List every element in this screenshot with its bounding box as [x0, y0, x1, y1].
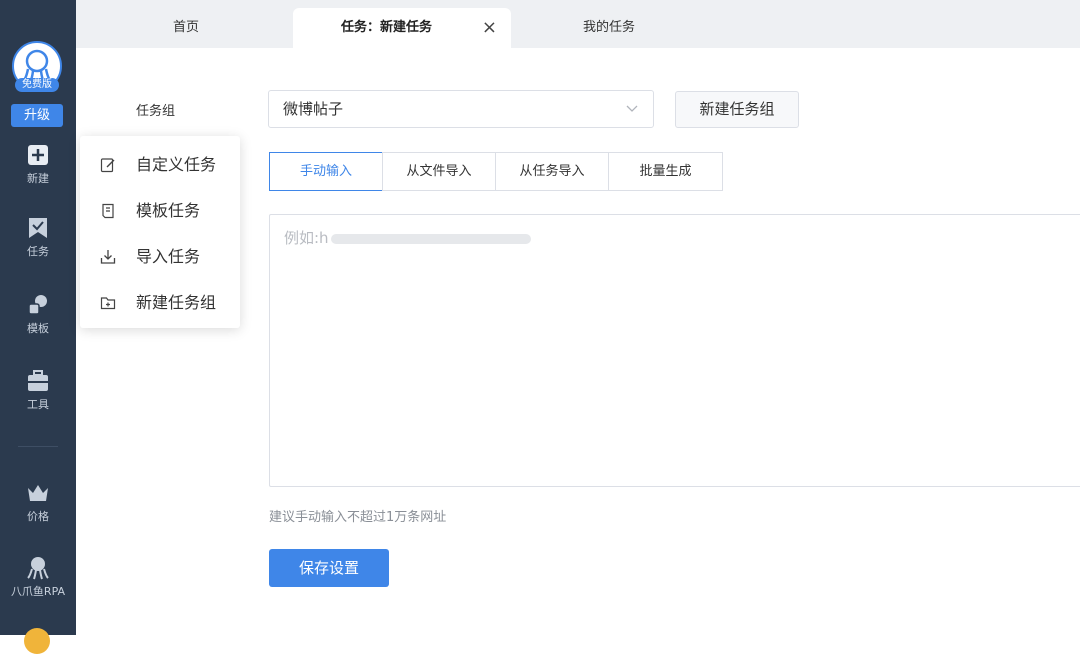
- segment-manual-input[interactable]: 手动输入: [269, 152, 383, 191]
- upgrade-button[interactable]: 升级: [11, 104, 63, 127]
- tab-new-task[interactable]: 任务：新建任务 ×: [293, 8, 511, 48]
- task-group-label: 任务组: [136, 104, 176, 119]
- placeholder-text: 例如:h: [284, 229, 329, 247]
- sidebar-item-tools[interactable]: 工具: [0, 369, 76, 412]
- menu-item-new-group[interactable]: 新建任务组: [80, 280, 240, 326]
- menu-item-custom-task[interactable]: 自定义任务: [80, 142, 240, 188]
- document-icon: [102, 203, 114, 219]
- tab-home[interactable]: 首页: [116, 8, 256, 48]
- new-task-group-button[interactable]: 新建任务组: [675, 91, 799, 128]
- save-settings-button[interactable]: 保存设置: [269, 549, 389, 587]
- menu-item-label: 模板任务: [136, 201, 201, 220]
- menu-item-label: 新建任务组: [136, 293, 217, 312]
- chevron-down-icon: [625, 91, 639, 141]
- menu-item-import-task[interactable]: 导入任务: [80, 234, 240, 280]
- sidebar-item-label: 模板: [27, 322, 49, 335]
- sidebar-item-task[interactable]: 任务: [0, 216, 76, 259]
- task-group-value: 微博帖子: [283, 100, 344, 118]
- segment-batch-generate[interactable]: 批量生成: [608, 152, 723, 191]
- url-textarea[interactable]: 例如:h: [269, 214, 1080, 487]
- octopus-icon: [27, 557, 49, 580]
- menu-item-label: 自定义任务: [136, 155, 217, 174]
- sidebar-item-pricing[interactable]: 价格: [0, 481, 76, 524]
- tab-my-tasks[interactable]: 我的任务: [539, 8, 679, 48]
- sidebar-item-label: 任务: [27, 245, 49, 258]
- blurred-text: [330, 233, 531, 244]
- bottom-avatar-icon[interactable]: [24, 628, 50, 654]
- tab-bar: 首页 任务：新建任务 × 我的任务: [76, 0, 1080, 48]
- segment-import-task[interactable]: 从任务导入: [495, 152, 609, 191]
- free-plan-badge: 免费版: [15, 78, 59, 92]
- sidebar-item-label: 价格: [27, 510, 49, 523]
- sidebar-item-template[interactable]: 模板: [0, 293, 76, 336]
- sidebar-divider: [18, 446, 58, 447]
- new-menu-dropdown: 自定义任务 模板任务 导入任务 新建任务组: [80, 136, 240, 328]
- tab-label: 我的任务: [582, 20, 635, 35]
- sidebar-item-label: 工具: [27, 398, 49, 411]
- toolbox-icon: [28, 370, 48, 391]
- segment-import-file[interactable]: 从文件导入: [382, 152, 496, 191]
- task-group-select[interactable]: 微博帖子: [268, 90, 654, 128]
- plus-icon: [28, 145, 48, 165]
- task-icon: [29, 218, 47, 238]
- edit-icon: [100, 158, 115, 173]
- textarea-placeholder: 例如:h: [284, 227, 531, 248]
- sidebar: 免费版 升级 新建 任务 模板 工具 价格 八爪鱼RPA: [0, 0, 76, 654]
- close-icon[interactable]: ×: [482, 8, 497, 48]
- crown-icon: [28, 485, 48, 501]
- menu-item-template-task[interactable]: 模板任务: [80, 188, 240, 234]
- input-hint: 建议手动输入不超过1万条网址: [269, 510, 447, 525]
- sidebar-item-new[interactable]: 新建: [0, 143, 76, 186]
- import-icon: [100, 250, 116, 264]
- template-icon: [28, 295, 47, 315]
- sidebar-item-label: 新建: [27, 172, 49, 185]
- tab-label: 任务：新建任务: [341, 20, 433, 35]
- sidebar-item-rpa[interactable]: 八爪鱼RPA: [0, 556, 76, 599]
- folder-add-icon: [100, 297, 116, 310]
- tab-label: 首页: [172, 20, 199, 35]
- menu-item-label: 导入任务: [136, 247, 201, 266]
- sidebar-item-label: 八爪鱼RPA: [10, 585, 66, 598]
